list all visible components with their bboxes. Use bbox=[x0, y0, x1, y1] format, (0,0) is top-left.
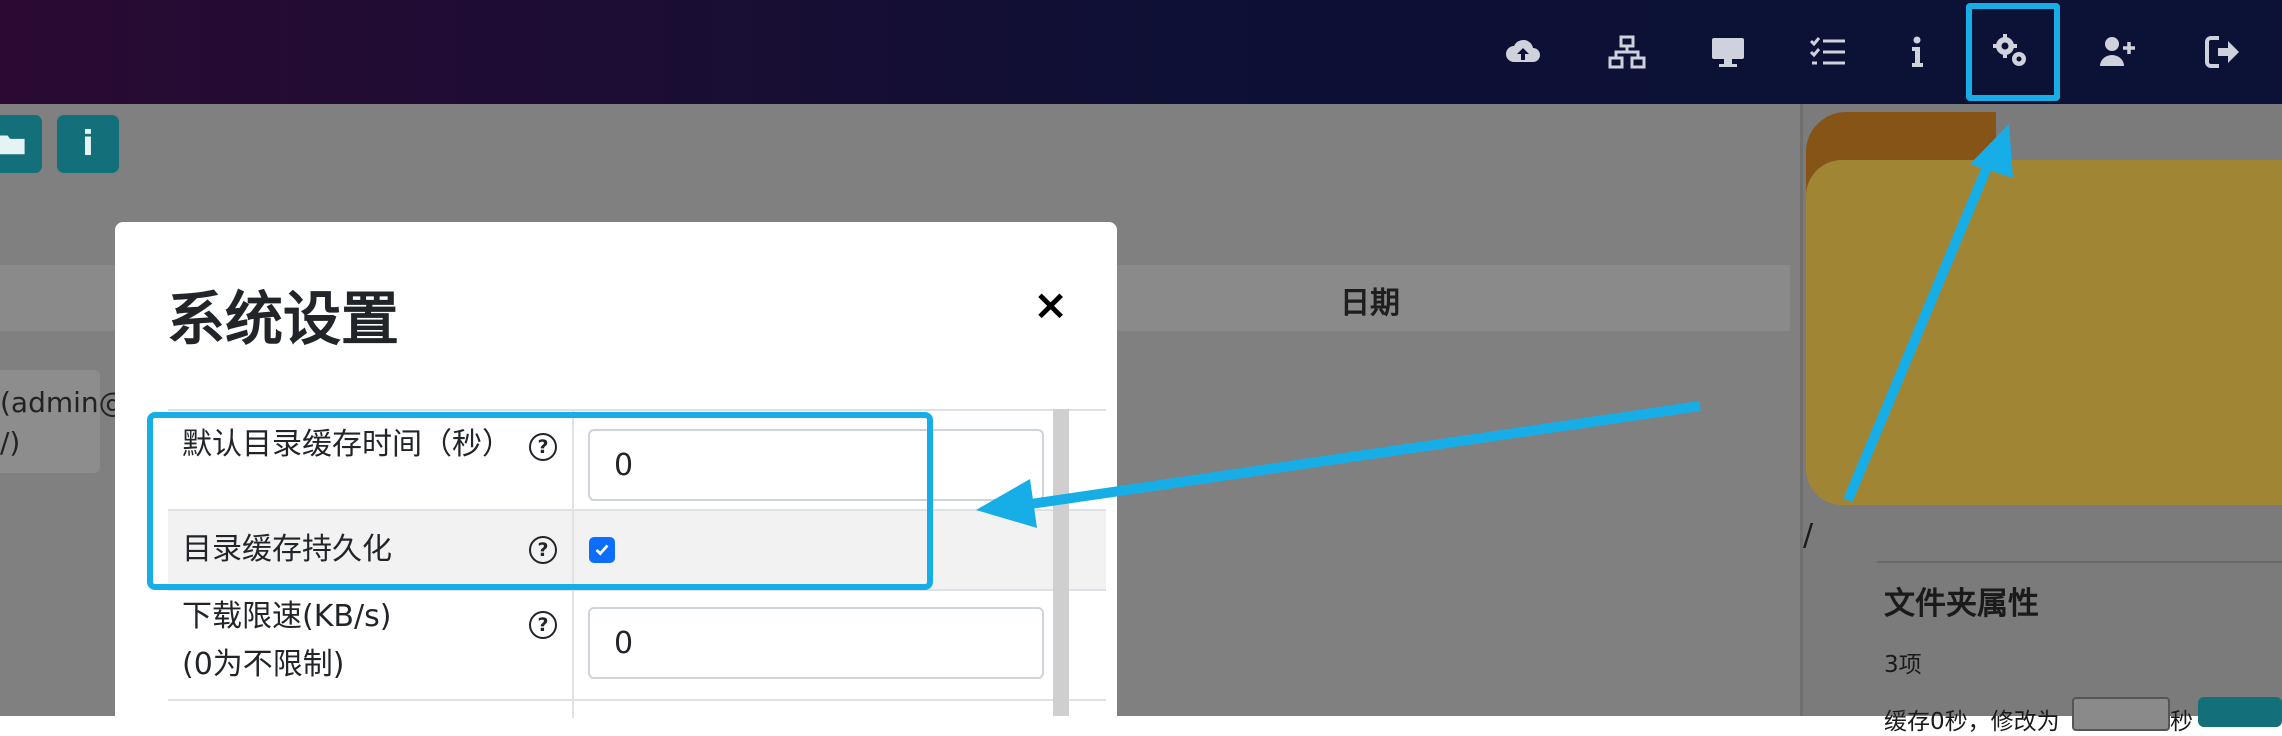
folder-item-count: 3项 bbox=[1884, 652, 1922, 678]
user-card-line1: (admin@ bbox=[0, 386, 127, 419]
settings-annotation-box bbox=[1966, 3, 2060, 101]
date-column-header[interactable]: 日期 bbox=[1290, 278, 1450, 321]
folder-button[interactable] bbox=[0, 115, 42, 173]
setting-label-cell bbox=[168, 701, 574, 718]
folder-path: / bbox=[1803, 518, 1814, 553]
setting-row-next bbox=[168, 699, 1106, 718]
modal-title: 系统设置 bbox=[167, 285, 400, 353]
settings-rows-annotation-box bbox=[147, 412, 933, 590]
info-button[interactable]: i bbox=[57, 115, 119, 173]
top-navbar bbox=[0, 0, 2282, 104]
add-user-icon[interactable] bbox=[2088, 22, 2148, 82]
network-icon[interactable] bbox=[1597, 22, 1657, 82]
folder-cache-text: 缓存0秒，修改为 bbox=[1884, 709, 2060, 735]
setting-label-line2: (0为不限制) bbox=[182, 647, 345, 682]
close-button[interactable]: × bbox=[1033, 284, 1068, 326]
download-limit-input[interactable] bbox=[588, 607, 1044, 679]
task-list-icon[interactable] bbox=[1798, 22, 1858, 82]
setting-label-line1: 下载限速(KB/s) bbox=[182, 599, 392, 634]
folder-cache-save-button[interactable] bbox=[2198, 697, 2282, 727]
folder-preview-icon bbox=[1806, 160, 2282, 505]
user-card-line2: /) bbox=[0, 426, 21, 459]
setting-label-cell: 下载限速(KB/s) (0为不限制) ? bbox=[168, 591, 574, 701]
logout-icon[interactable] bbox=[2192, 22, 2252, 82]
info-glyph: i bbox=[82, 124, 94, 164]
folder-properties-title: 文件夹属性 bbox=[1884, 586, 2039, 622]
folder-cache-input[interactable] bbox=[2072, 697, 2170, 731]
desktop-icon[interactable] bbox=[1698, 22, 1758, 82]
panel-divider bbox=[1877, 561, 2282, 563]
help-icon[interactable]: ? bbox=[529, 611, 557, 639]
folder-cache-unit: 秒 bbox=[2170, 709, 2193, 735]
cloud-upload-icon[interactable] bbox=[1493, 22, 1553, 82]
info-icon[interactable] bbox=[1887, 22, 1947, 82]
modal-scrollbar[interactable] bbox=[1053, 409, 1069, 716]
setting-row-download-limit: 下载限速(KB/s) (0为不限制) ? bbox=[168, 589, 1106, 701]
folder-icon bbox=[0, 135, 25, 155]
user-card: (admin@ /) bbox=[0, 370, 127, 473]
